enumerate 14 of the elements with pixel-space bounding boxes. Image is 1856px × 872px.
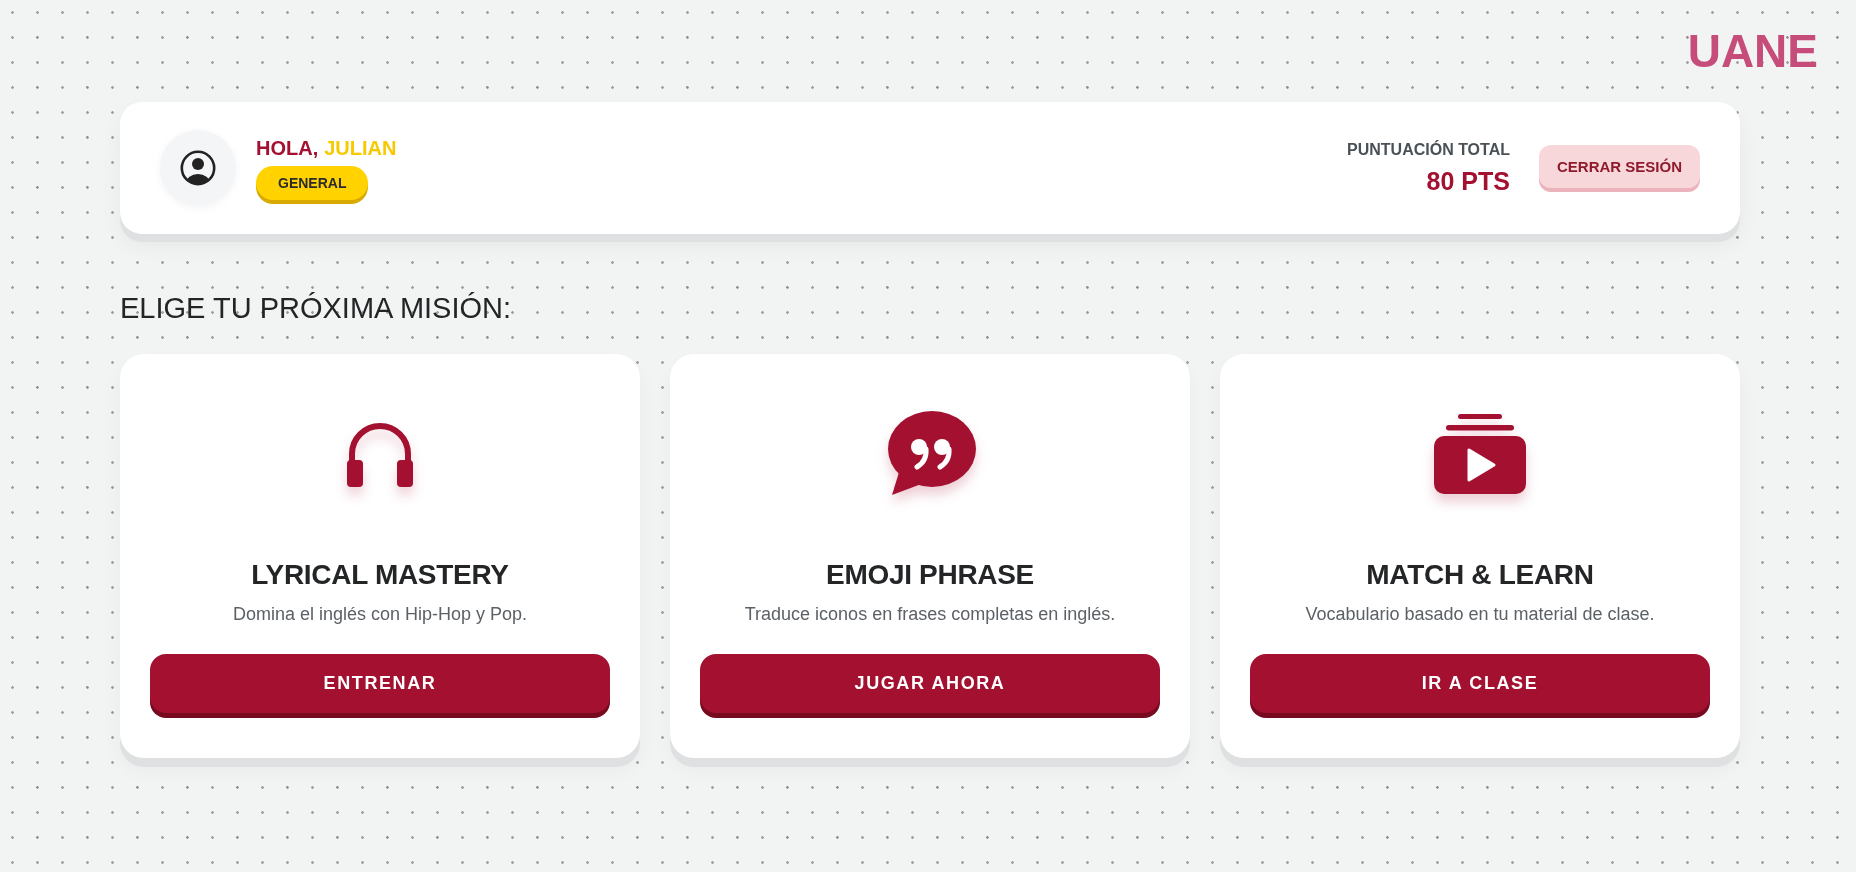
mission-title: EMOJI PHRASE [826, 558, 1034, 592]
mission-description: Vocabulario basado en tu material de clase. [1305, 603, 1655, 626]
logo: UANE [1687, 26, 1818, 76]
mission-title: MATCH & LEARN [1366, 558, 1594, 592]
greeting-text: HOLA, [256, 136, 319, 160]
score-label: PUNTUACIÓN TOTAL [1347, 140, 1510, 159]
user-name: JULIAN [324, 136, 397, 160]
mission-title: LYRICAL MASTERY [251, 558, 509, 592]
headphones-icon [346, 421, 414, 487]
mission-description: Traduce iconos en frases completas en inglés. [744, 603, 1116, 626]
mission-description: Domina el inglés con Hip-Hop y Pop. [232, 603, 528, 626]
section-title: ELIGE TU PRÓXIMA MISIÓN: [120, 291, 513, 326]
video-playlist-icon [1434, 414, 1526, 494]
score-value: 80 PTS [1426, 166, 1510, 196]
